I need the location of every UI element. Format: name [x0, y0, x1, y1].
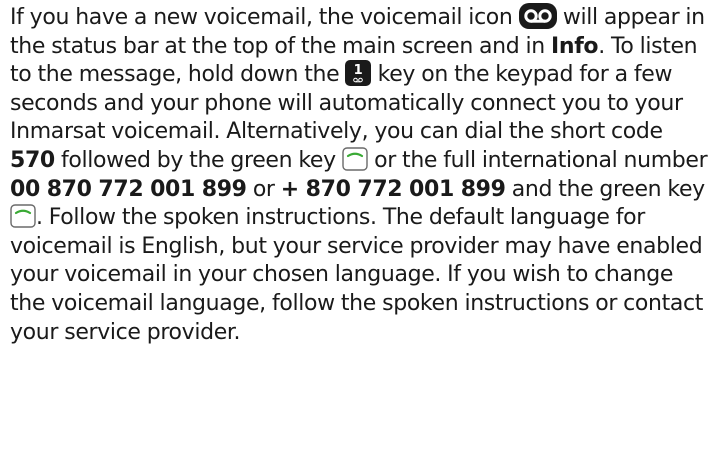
text-segment: or the full international number	[374, 147, 708, 173]
text-segment: . Follow the spoken instructions. The de…	[10, 205, 704, 345]
key-1-label: 1	[354, 63, 363, 78]
text-segment: If you have a new voicemail, the voicema…	[10, 5, 513, 30]
green-call-key-icon	[10, 204, 36, 228]
short-code: 570	[10, 147, 55, 173]
text-segment: followed by the green key	[61, 147, 336, 173]
voicemail-instructions-paragraph: If you have a new voicemail, the voicema…	[10, 3, 712, 347]
info-label: Info	[551, 33, 599, 59]
text-segment: and the green key	[511, 176, 705, 202]
plus-number: + 870 772 001 899	[280, 176, 506, 202]
key-1-icon: 1	[345, 60, 372, 87]
text-segment: or	[252, 176, 275, 202]
international-number: 00 870 772 001 899	[10, 176, 247, 202]
voicemail-icon	[518, 3, 557, 29]
green-call-key-icon	[342, 147, 368, 171]
